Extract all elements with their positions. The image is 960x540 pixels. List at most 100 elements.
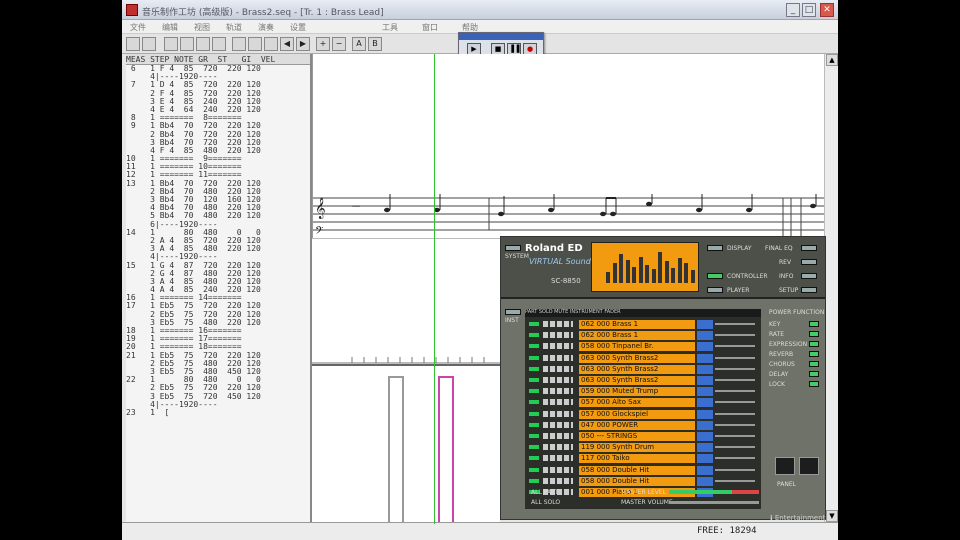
part-row[interactable]: 057 000 Glockspiel	[525, 409, 761, 420]
part-row[interactable]: 058 000 Tinpanel Br.	[525, 341, 761, 352]
instrument-name[interactable]: 063 000 Synth Brass2	[579, 364, 695, 374]
solo-mute-buttons[interactable]	[543, 455, 573, 462]
menu-play[interactable]: 演奏	[258, 22, 274, 33]
instrument-name[interactable]: 050 --- STRINGS	[579, 432, 695, 441]
menu-track[interactable]: 轨道	[226, 22, 242, 33]
solo-mute-buttons[interactable]	[543, 343, 573, 350]
menu-tools[interactable]: 工具	[382, 22, 398, 33]
controller-button[interactable]	[707, 273, 723, 279]
menu-edit[interactable]: 编辑	[162, 22, 178, 33]
instrument-name[interactable]: 063 000 Synth Brass2	[579, 376, 695, 385]
instrument-name[interactable]: 062 000 Brass 1	[579, 320, 695, 329]
function-button[interactable]	[809, 371, 819, 377]
instrument-name[interactable]: 059 000 Muted Trump	[579, 387, 695, 397]
part-fader[interactable]	[715, 323, 755, 325]
menu-view[interactable]: 视图	[194, 22, 210, 33]
zoom-in-button[interactable]: +	[316, 37, 330, 51]
event-row[interactable]: 4 F 4 85 480 220 120	[126, 147, 310, 155]
part-fader[interactable]	[715, 468, 755, 471]
solo-mute-buttons[interactable]	[543, 399, 573, 406]
toolbar-button[interactable]	[180, 37, 194, 51]
function-button[interactable]	[809, 341, 819, 347]
solo-mute-buttons[interactable]	[543, 377, 573, 383]
toolbar-button[interactable]	[232, 37, 246, 51]
event-row[interactable]: 13 1 Bb4 70 720 220 120	[126, 180, 310, 188]
event-row[interactable]: 10 1 ======= 9=======	[126, 155, 310, 163]
final-eq-button[interactable]	[801, 245, 817, 251]
event-row[interactable]: 2 G 4 87 480 220 120	[126, 270, 310, 278]
display-button[interactable]	[707, 245, 723, 251]
instrument-name[interactable]: 047 000 POWER	[579, 420, 695, 430]
function-button[interactable]	[809, 321, 819, 327]
event-row[interactable]: 22 1 80 480 0 0	[126, 376, 310, 384]
part-fader[interactable]	[715, 401, 755, 404]
part-row[interactable]: 117 000 Taiko	[525, 453, 761, 464]
minimize-button[interactable]: _	[786, 3, 800, 17]
event-row[interactable]: 3 A 4 85 480 220 120	[126, 245, 310, 253]
vertical-scrollbar[interactable]: ▲ ▼	[824, 54, 838, 522]
event-row[interactable]: 15 1 G 4 87 720 220 120	[126, 262, 310, 270]
event-row[interactable]: 2 Bb4 70 480 220 120	[126, 188, 310, 196]
event-row[interactable]: 16 1 ======= 14=======	[126, 294, 310, 302]
event-row[interactable]: 4|----1920----	[126, 401, 310, 409]
part-fader[interactable]	[715, 423, 755, 426]
function-button[interactable]	[809, 381, 819, 387]
master-volume-slider[interactable]	[669, 501, 759, 504]
scroll-up-icon[interactable]: ▲	[826, 54, 838, 66]
part-fader[interactable]	[715, 345, 755, 348]
event-row[interactable]: 20 1 ======= 18=======	[126, 343, 310, 351]
event-row[interactable]: 4 E 4 64 240 220 120	[126, 106, 310, 114]
event-row[interactable]: 8 1 ======= 8=======	[126, 114, 310, 122]
event-row[interactable]: 3 Eb5 75 720 450 120	[126, 393, 310, 401]
event-row[interactable]: 9 1 Bb4 70 720 220 120	[126, 122, 310, 130]
solo-mute-buttons[interactable]	[543, 444, 573, 451]
solo-mute-buttons[interactable]	[543, 354, 573, 361]
part-row[interactable]: 062 000 Brass 1	[525, 319, 761, 330]
velocity-area[interactable]	[312, 364, 500, 522]
player-button[interactable]	[707, 287, 723, 293]
toolbar-button[interactable]	[196, 37, 210, 51]
toolbar-button[interactable]	[264, 37, 278, 51]
zoom-out-button[interactable]: −	[332, 37, 346, 51]
next-button[interactable]: ▶	[296, 37, 310, 51]
part-fader[interactable]	[715, 457, 755, 460]
part-fader[interactable]	[715, 446, 755, 449]
solo-mute-buttons[interactable]	[543, 321, 573, 327]
maximize-button[interactable]: □	[802, 3, 816, 17]
event-row[interactable]: 14 1 80 480 0 0	[126, 229, 310, 237]
setup-button[interactable]	[801, 287, 817, 293]
part-row[interactable]: 047 000 POWER	[525, 420, 761, 431]
part-fader[interactable]	[715, 390, 755, 393]
solo-mute-buttons[interactable]	[543, 421, 573, 428]
part-fader[interactable]	[715, 379, 755, 381]
event-row[interactable]: 11 1 ======= 10=======	[126, 163, 310, 171]
event-row[interactable]: 19 1 ======= 17=======	[126, 335, 310, 343]
event-row[interactable]: 3 Bb4 70 720 220 120	[126, 139, 310, 147]
toolbar-button[interactable]	[164, 37, 178, 51]
event-row[interactable]: 4|----1920----	[126, 73, 310, 81]
event-row[interactable]: 7 1 D 4 85 720 220 120	[126, 81, 310, 89]
event-row[interactable]: 2 F 4 85 720 220 120	[126, 90, 310, 98]
toolbar-button[interactable]	[248, 37, 262, 51]
part-row[interactable]: 058 000 Double Hit	[525, 465, 761, 476]
score-view[interactable]: 𝄞 𝄢 −	[312, 54, 825, 238]
instrument-name[interactable]: 057 000 Alto Sax	[579, 398, 695, 408]
event-row[interactable]: 2 Eb5 75 480 220 120	[126, 360, 310, 368]
rev-button[interactable]	[801, 259, 817, 265]
part-fader[interactable]	[715, 334, 755, 337]
instrument-name[interactable]: 119 000 Synth Drum	[579, 443, 695, 453]
part-row[interactable]: 058 000 Double Hit	[525, 476, 761, 487]
part-fader[interactable]	[715, 356, 755, 359]
instrument-name[interactable]: 117 000 Taiko	[579, 454, 695, 464]
event-row[interactable]: 3 Bb4 70 120 160 120	[126, 196, 310, 204]
event-row[interactable]: 21 1 Eb5 75 720 220 120	[126, 352, 310, 360]
solo-mute-buttons[interactable]	[543, 332, 573, 339]
function-button[interactable]	[809, 361, 819, 367]
part-row[interactable]: 119 000 Synth Drum	[525, 442, 761, 453]
part-row[interactable]: 059 000 Muted Trump	[525, 386, 761, 397]
event-row[interactable]: 3 Eb5 75 480 220 120	[126, 319, 310, 327]
event-row[interactable]: 17 1 Eb5 75 720 220 120	[126, 302, 310, 310]
menu-setup[interactable]: 设置	[290, 22, 306, 33]
instrument-name[interactable]: 058 000 Tinpanel Br.	[579, 342, 695, 352]
event-row[interactable]: 2 Eb5 75 720 220 120	[126, 384, 310, 392]
